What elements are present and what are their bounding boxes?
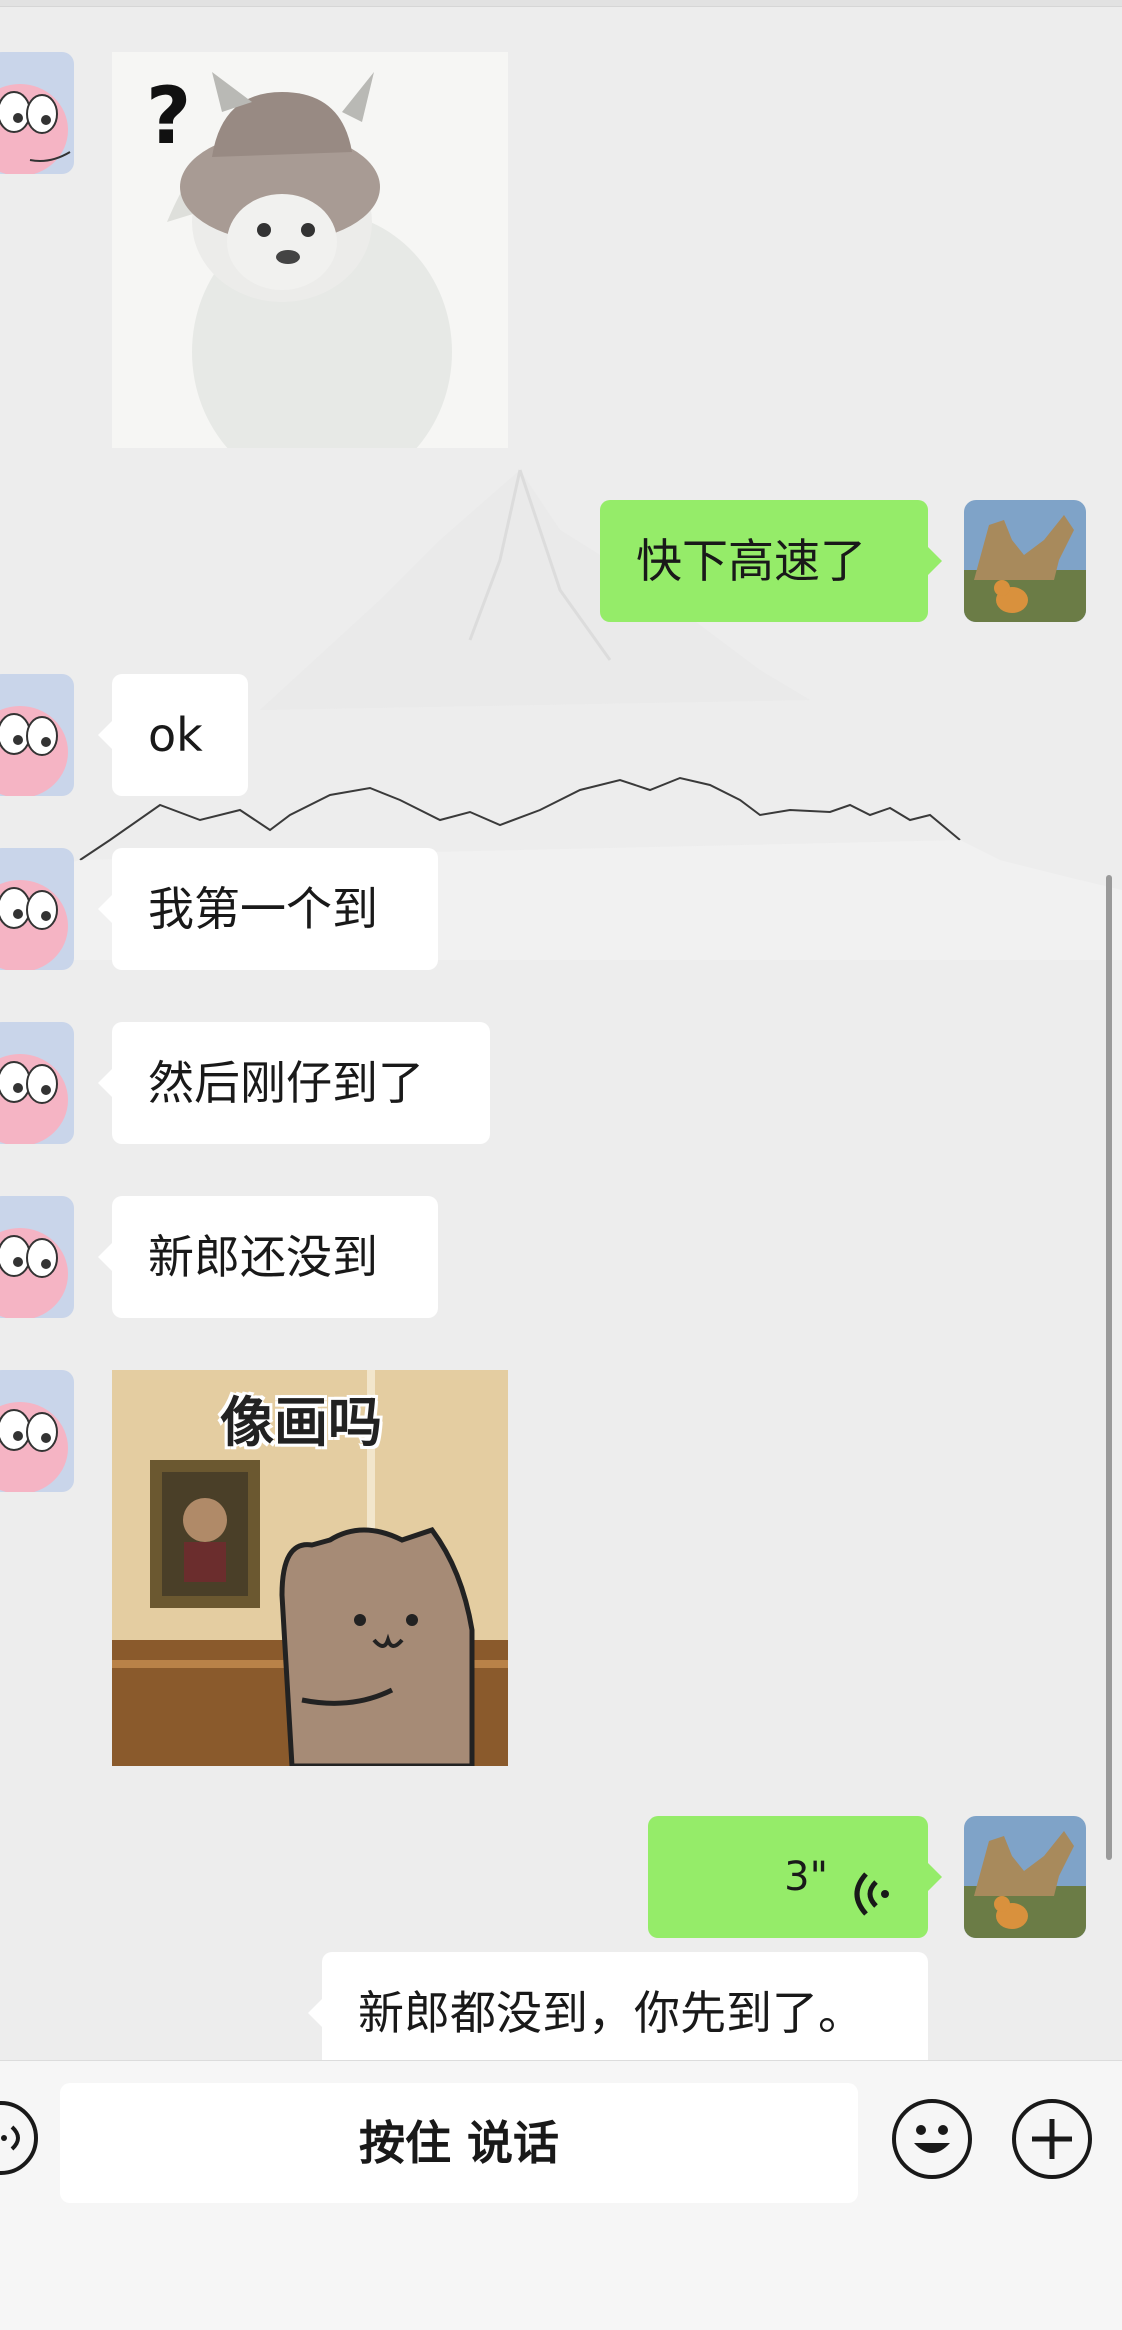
- hold-to-talk-button[interactable]: 按住 说话: [60, 2083, 858, 2203]
- emoji-icon[interactable]: [892, 2099, 972, 2179]
- sticker-image[interactable]: ?: [112, 52, 508, 448]
- contact-avatar[interactable]: [0, 848, 74, 970]
- chat-area: ? 快下高速了 ok 我第一个到 然后刚仔到了 新郎还没到 像画吗 3" 新郎都…: [0, 0, 1122, 2060]
- message-bubble[interactable]: 我第一个到: [98, 848, 438, 970]
- message-bubble[interactable]: 快下高速了: [600, 500, 942, 622]
- sticker-image[interactable]: 像画吗: [112, 1370, 508, 1766]
- top-divider: [0, 0, 1122, 7]
- sticker-caption: 像画吗: [220, 1391, 382, 1454]
- my-avatar[interactable]: [964, 500, 1086, 622]
- input-bar: 按住 说话: [0, 2060, 1122, 2330]
- voice-duration: 3": [784, 1854, 828, 1900]
- contact-avatar[interactable]: [0, 674, 74, 796]
- contact-avatar[interactable]: [0, 1196, 74, 1318]
- voice-wave-icon: [852, 1847, 892, 1916]
- message-bubble[interactable]: 然后刚仔到了: [98, 1022, 490, 1144]
- contact-avatar[interactable]: [0, 1022, 74, 1144]
- message-bubble[interactable]: ok: [98, 674, 248, 796]
- voice-mode-icon[interactable]: [0, 2101, 38, 2175]
- contact-avatar[interactable]: [0, 52, 74, 174]
- voice-bubble[interactable]: 3": [648, 1816, 942, 1938]
- sticker-caption: ?: [146, 72, 192, 162]
- scrollbar[interactable]: [1106, 875, 1112, 1860]
- transcription-bubble[interactable]: 新郎都没到，你先到了。: [308, 1952, 928, 2060]
- my-avatar[interactable]: [964, 1816, 1086, 1938]
- plus-icon[interactable]: [1012, 2099, 1092, 2179]
- message-bubble[interactable]: 新郎还没到: [98, 1196, 438, 1318]
- contact-avatar[interactable]: [0, 1370, 74, 1492]
